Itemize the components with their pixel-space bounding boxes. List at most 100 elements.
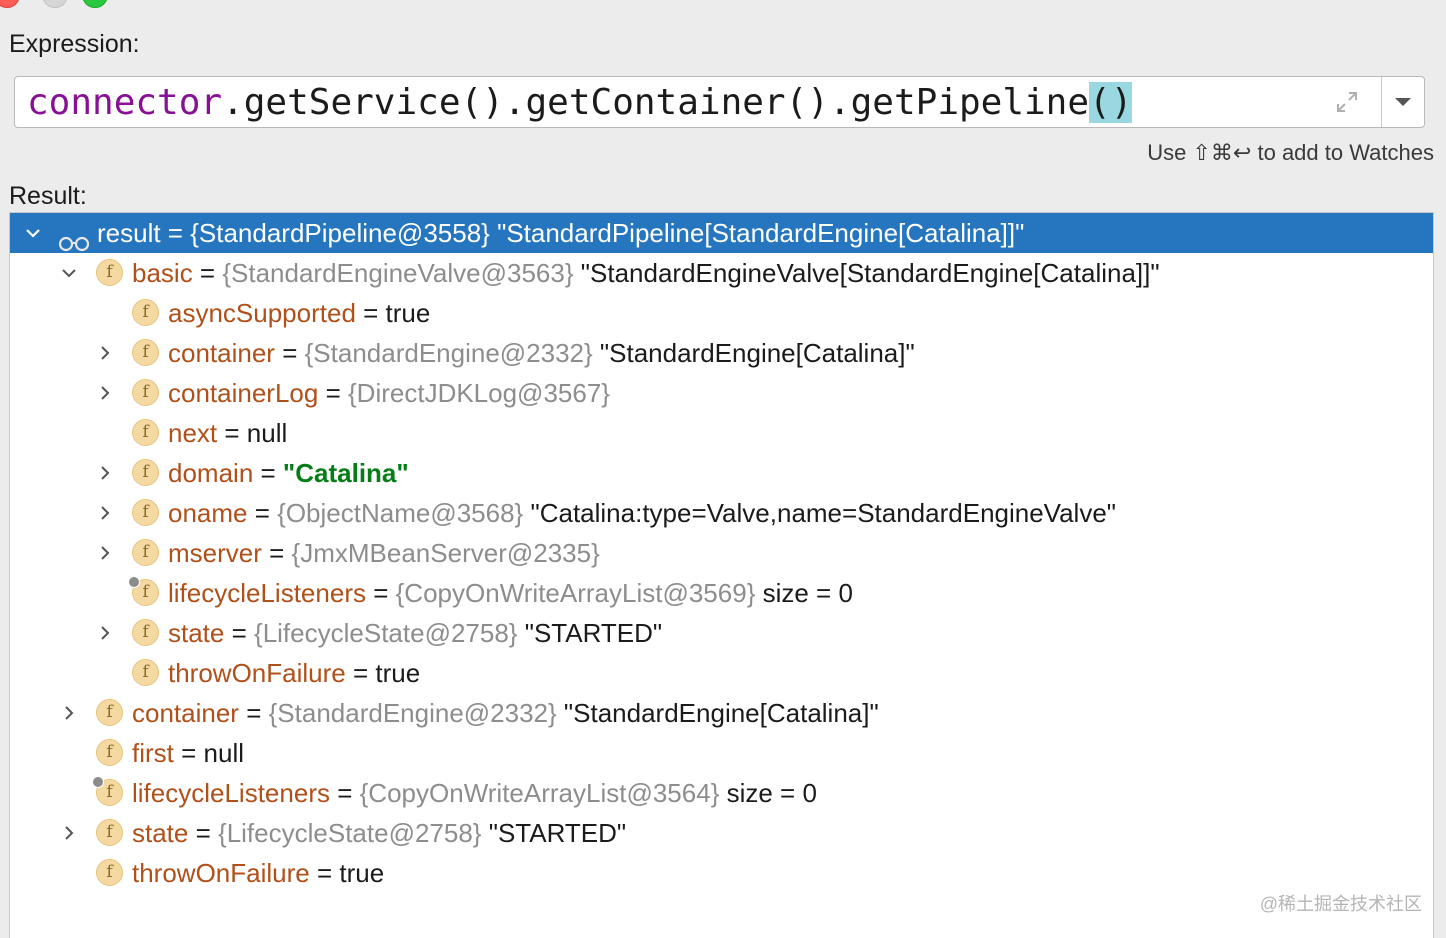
field-icon-letter: f <box>142 662 149 682</box>
tree-row-throwOnFailure[interactable]: f throwOnFailure = true <box>10 853 1433 893</box>
chevron-down-icon <box>1395 98 1411 106</box>
expand-arrow[interactable] <box>94 493 116 533</box>
tree-row-mserver[interactable]: f mserver = {JmxMBeanServer@2335} <box>10 533 1433 573</box>
close-window-button[interactable] <box>0 0 20 8</box>
equals-sign: = <box>365 578 396 608</box>
expand-arrow[interactable] <box>58 253 80 293</box>
tree-row-text: container = {StandardEngine@2332} "Stand… <box>132 693 879 733</box>
tree-row-container[interactable]: f container = {StandardEngine@2332} "Sta… <box>10 693 1433 733</box>
expand-arrow[interactable] <box>94 533 116 573</box>
equals-sign: = <box>318 378 348 408</box>
expand-arrow[interactable] <box>94 373 116 413</box>
zoom-window-button[interactable] <box>82 0 108 8</box>
field-value: size = 0 <box>719 778 817 808</box>
expression-text[interactable]: connector.getService().getContainer().ge… <box>27 81 1133 125</box>
tree-row-state[interactable]: f state = {LifecycleState@2758} "STARTED… <box>10 813 1433 853</box>
chevron-right-icon <box>101 506 110 520</box>
field-icon: f <box>96 739 123 766</box>
equals-sign: = <box>224 618 255 648</box>
chevron-right-icon <box>101 546 110 560</box>
chevron-right-icon <box>65 826 74 840</box>
expression-label: Expression: <box>9 30 140 58</box>
equals-sign: = <box>274 338 305 368</box>
tree-row-text: lifecycleListeners = {CopyOnWriteArrayLi… <box>132 773 817 813</box>
field-value: null <box>246 418 288 448</box>
minimize-window-button[interactable] <box>42 0 68 8</box>
field-icon-letter: f <box>142 462 149 482</box>
field-icon: f <box>132 659 159 686</box>
tree-row-basic[interactable]: f basic = {StandardEngineValve@3563} "St… <box>10 253 1433 293</box>
tree-row-asyncSupported[interactable]: f asyncSupported = true <box>10 293 1433 333</box>
object-ref: {StandardPipeline@3558} <box>190 218 490 248</box>
expression-input[interactable]: connector.getService().getContainer().ge… <box>14 76 1425 128</box>
tree-row-first[interactable]: f first = null <box>10 733 1433 773</box>
window-title: · · · <box>690 0 780 6</box>
tree-row-next[interactable]: f next = null <box>10 413 1433 453</box>
result-label: Result: <box>9 182 87 210</box>
field-value: "StandardPipeline[StandardEngine[Catalin… <box>489 218 1025 248</box>
chevron-right-icon <box>101 466 110 480</box>
equals-sign: = <box>217 418 247 448</box>
field-name: result <box>97 218 161 248</box>
tree-row-domain[interactable]: f domain = "Catalina" <box>10 453 1433 493</box>
field-icon: f <box>96 859 123 886</box>
field-value: "StandardEngineValve[StandardEngine[Cata… <box>573 258 1160 288</box>
field-icon: f <box>132 539 159 566</box>
tree-row-text: asyncSupported = true <box>168 293 430 333</box>
tree-row-state[interactable]: f state = {LifecycleState@2758} "STARTED… <box>10 613 1433 653</box>
equals-sign: = <box>173 738 204 768</box>
object-ref: {DirectJDKLog@3567} <box>347 378 610 408</box>
field-icon-letter: f <box>106 742 113 762</box>
equals-sign: = <box>329 778 360 808</box>
expand-arrow[interactable] <box>58 813 80 853</box>
field-icon: f <box>96 819 123 846</box>
expand-arrow[interactable] <box>94 613 116 653</box>
object-ref: {CopyOnWriteArrayList@3569} <box>395 578 756 608</box>
expand-arrow[interactable] <box>22 213 44 253</box>
chevron-down-icon <box>62 269 76 278</box>
equals-sign: = <box>192 258 223 288</box>
tree-row-container[interactable]: f container = {StandardEngine@2332} "Sta… <box>10 333 1433 373</box>
tree-row-text: result = {StandardPipeline@3558} "Standa… <box>97 213 1024 253</box>
field-name: state <box>132 818 189 848</box>
object-ref: {JmxMBeanServer@2335} <box>291 538 600 568</box>
field-value: "Catalina:type=Valve,name=StandardEngine… <box>523 498 1117 528</box>
chevron-right-icon <box>101 346 110 360</box>
field-icon-letter: f <box>106 862 113 882</box>
tree-row-oname[interactable]: f oname = {ObjectName@3568} "Catalina:ty… <box>10 493 1433 533</box>
tree-row-lifecycleListeners[interactable]: f lifecycleListeners = {CopyOnWriteArray… <box>10 573 1433 613</box>
tree-row-text: state = {LifecycleState@2758} "STARTED" <box>168 613 662 653</box>
expand-arrow[interactable] <box>94 333 116 373</box>
field-value: "STARTED" <box>481 818 627 848</box>
watermark: @稀土掘金技术社区 <box>1259 894 1422 914</box>
field-icon: f <box>132 299 159 326</box>
expand-editor-icon[interactable] <box>1334 89 1360 115</box>
field-icon-letter: f <box>142 542 149 562</box>
field-icon: f <box>132 419 159 446</box>
field-icon: f <box>132 619 159 646</box>
expand-arrow[interactable] <box>58 693 80 733</box>
field-icon: f <box>132 339 159 366</box>
tree-row-throwOnFailure[interactable]: f throwOnFailure = true <box>10 653 1433 693</box>
equals-sign: = <box>253 458 283 488</box>
result-tree[interactable]: result = {StandardPipeline@3558} "Standa… <box>9 212 1434 938</box>
tree-row-containerLog[interactable]: f containerLog = {DirectJDKLog@3567} <box>10 373 1433 413</box>
field-name: container <box>168 338 275 368</box>
tree-row-lifecycleListeners[interactable]: f lifecycleListeners = {CopyOnWriteArray… <box>10 773 1433 813</box>
object-ref: {StandardEngine@2332} <box>268 698 557 728</box>
equals-sign: = <box>345 658 376 688</box>
field-value: "StandardEngine[Catalina]" <box>556 698 879 728</box>
expression-paren-highlight: () <box>1089 82 1133 123</box>
field-icon: f <box>96 699 123 726</box>
field-icon: f <box>92 776 123 806</box>
expand-arrow[interactable] <box>94 453 116 493</box>
field-name: state <box>168 618 225 648</box>
tree-row-result[interactable]: result = {StandardPipeline@3558} "Standa… <box>10 213 1433 253</box>
field-icon-letter: f <box>106 782 113 802</box>
field-value: null <box>203 738 245 768</box>
field-name: first <box>132 738 174 768</box>
expression-variable: connector <box>27 82 223 123</box>
equals-sign: = <box>309 858 340 888</box>
object-ref: {StandardEngineValve@3563} <box>222 258 574 288</box>
history-dropdown-button[interactable] <box>1382 77 1424 127</box>
